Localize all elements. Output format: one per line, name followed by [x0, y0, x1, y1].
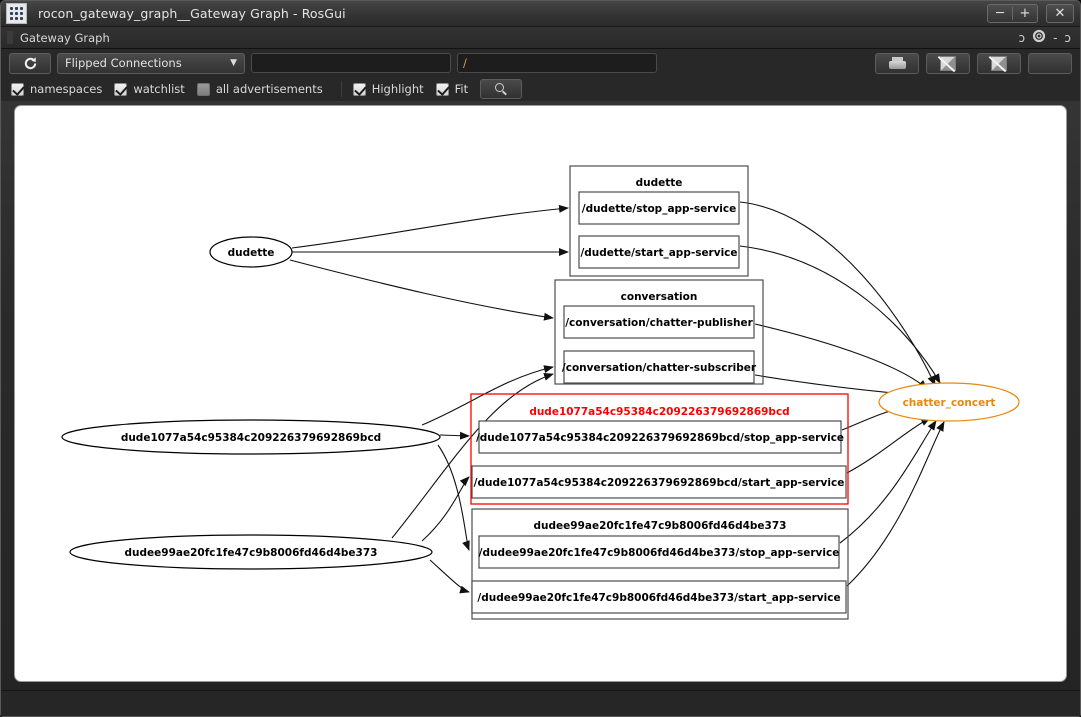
- graph-node[interactable]: /dude1077a54c95384c209226379692869bcd/st…: [472, 466, 846, 498]
- graph-gateway-node[interactable]: dudette: [210, 237, 292, 267]
- minimize-button[interactable]: ─: [988, 5, 1012, 22]
- dock-minimize-icon[interactable]: -: [1053, 31, 1057, 45]
- checkbox-watchlist-label: watchlist: [133, 82, 184, 96]
- graph-node-label: /dude1077a54c95384c209226379692869bcd/st…: [476, 432, 844, 444]
- print-button[interactable]: [875, 53, 919, 74]
- graph-node[interactable]: /dudette/start_app-service: [579, 236, 739, 268]
- graph-edge: [292, 208, 568, 248]
- gear-icon[interactable]: [1032, 29, 1046, 46]
- checkbox-namespaces-box[interactable]: [11, 83, 24, 96]
- main-window: rocon_gateway_graph__Gateway Graph - Ros…: [0, 0, 1081, 717]
- magnifier-icon: [495, 83, 507, 95]
- refresh-icon: [23, 56, 38, 71]
- checkbox-all-advertisements-box[interactable]: [197, 83, 210, 96]
- graph-edge: [440, 435, 469, 436]
- graph-node[interactable]: /conversation/chatter-subscriber: [562, 351, 757, 383]
- gateway-node-label: dudette: [228, 247, 275, 259]
- graph-edge: [438, 445, 469, 550]
- filter-input-1[interactable]: [251, 53, 451, 73]
- checkbox-namespaces[interactable]: namespaces: [11, 82, 102, 96]
- dock-accent: [7, 31, 13, 44]
- graph-node[interactable]: /dudee99ae20fc1fe47c9b8006fd46d4be373/st…: [472, 581, 846, 613]
- extra-button[interactable]: [1028, 53, 1072, 74]
- undock-icon[interactable]: ɔ: [1018, 31, 1025, 45]
- graph-clusters: dudette/dudette/stop_app-service/dudette…: [471, 166, 848, 619]
- graph-cluster[interactable]: dudee99ae20fc1fe47c9b8006fd46d4be373/dud…: [472, 509, 848, 619]
- refresh-button[interactable]: [9, 53, 51, 74]
- checkbox-highlight-label: Highlight: [372, 82, 424, 96]
- graph-cluster[interactable]: dudette/dudette/stop_app-service/dudette…: [570, 166, 748, 276]
- checkbox-all-advertisements-label: all advertisements: [216, 82, 323, 96]
- gateway-node-label: chatter_concert: [903, 397, 996, 409]
- checkbox-all-advertisements[interactable]: all advertisements: [197, 82, 323, 96]
- connection-type-select[interactable]: Flipped Connections ▼: [57, 53, 245, 74]
- gateway-node-label: dude1077a54c95384c209226379692869bcd: [121, 432, 381, 444]
- save-dot-icon: [991, 56, 1007, 71]
- filter-input-2[interactable]: /: [457, 53, 657, 73]
- graph-node[interactable]: /conversation/chatter-publisher: [564, 306, 754, 338]
- graph-edge: [840, 421, 936, 543]
- toolbar-right-group: [875, 53, 1072, 74]
- connection-type-value: Flipped Connections: [65, 56, 182, 70]
- graph-node[interactable]: /dudette/stop_app-service: [579, 192, 739, 224]
- graph-edge: [430, 560, 469, 592]
- checkbox-namespaces-label: namespaces: [30, 82, 102, 96]
- title-bar: rocon_gateway_graph__Gateway Graph - Ros…: [1, 1, 1080, 27]
- graph-node-label: /dudee99ae20fc1fe47c9b8006fd46d4be373/st…: [479, 547, 840, 559]
- dock-title: Gateway Graph: [20, 31, 110, 45]
- graph-cluster[interactable]: conversation/conversation/chatter-publis…: [555, 280, 763, 384]
- graph-edge: [755, 375, 904, 394]
- checkbox-fit-label: Fit: [455, 82, 468, 96]
- checkbox-fit-box[interactable]: [436, 83, 449, 96]
- dock-header: Gateway Graph ɔ - ɔ: [1, 27, 1080, 49]
- graph-gateway-node[interactable]: chatter_concert: [879, 383, 1019, 421]
- checkbox-fit[interactable]: Fit: [436, 82, 468, 96]
- graph-node-label: /dudette/stop_app-service: [582, 203, 737, 215]
- canvas-area: dudette/dudette/stop_app-service/dudette…: [1, 101, 1080, 690]
- graph-gateway-node[interactable]: dude1077a54c95384c209226379692869bcd: [62, 420, 440, 454]
- save-image-button[interactable]: [926, 53, 970, 74]
- graph-edge: [847, 422, 944, 586]
- gateway-graph[interactable]: dudette/dudette/stop_app-service/dudette…: [15, 106, 1067, 676]
- graph-node-label: /dudette/start_app-service: [580, 247, 737, 259]
- window-controls: ─ + ✕: [987, 4, 1074, 23]
- graph-cluster[interactable]: dude1077a54c95384c209226379692869bcd/dud…: [471, 394, 848, 504]
- dock-controls: ɔ - ɔ: [1018, 29, 1071, 46]
- maximize-button[interactable]: +: [1013, 5, 1037, 22]
- cluster-label: dudee99ae20fc1fe47c9b8006fd46d4be373: [534, 520, 787, 532]
- checkbox-watchlist-box[interactable]: [114, 83, 127, 96]
- cluster-label: conversation: [621, 291, 698, 303]
- checkbox-highlight[interactable]: Highlight: [353, 82, 424, 96]
- graph-canvas[interactable]: dudette/dudette/stop_app-service/dudette…: [14, 105, 1067, 682]
- graph-node[interactable]: /dudee99ae20fc1fe47c9b8006fd46d4be373/st…: [479, 536, 840, 568]
- checkbox-watchlist[interactable]: watchlist: [114, 82, 184, 96]
- toolbar: Flipped Connections ▼ /: [1, 49, 1080, 77]
- chevron-down-icon: ▼: [230, 58, 237, 68]
- app-icon: [6, 3, 27, 24]
- graph-edge: [847, 418, 930, 473]
- graph-edge: [290, 260, 553, 318]
- printer-icon: [889, 57, 906, 69]
- graph-node[interactable]: /dude1077a54c95384c209226379692869bcd/st…: [476, 421, 844, 453]
- graph-node-label: /dudee99ae20fc1fe47c9b8006fd46d4be373/st…: [477, 592, 840, 604]
- gateway-node-label: dudee99ae20fc1fe47c9b8006fd46d4be373: [125, 547, 378, 559]
- graph-edge: [740, 246, 940, 383]
- status-bar: [1, 690, 1080, 716]
- dock-float-icon[interactable]: ɔ: [1064, 31, 1071, 45]
- graph-gateway-node[interactable]: dudee99ae20fc1fe47c9b8006fd46d4be373: [70, 535, 432, 569]
- options-divider: [341, 81, 342, 97]
- checkbox-highlight-box[interactable]: [353, 83, 366, 96]
- graph-node-label: /conversation/chatter-publisher: [565, 317, 753, 329]
- save-dot-button[interactable]: [977, 53, 1021, 74]
- options-bar: namespaces watchlist all advertisements …: [1, 77, 1080, 101]
- window-title: rocon_gateway_graph__Gateway Graph - Ros…: [38, 6, 346, 21]
- graph-node-label: /dude1077a54c95384c209226379692869bcd/st…: [474, 477, 845, 489]
- save-image-icon: [940, 56, 956, 71]
- zoom-button[interactable]: [480, 79, 522, 99]
- cluster-label: dude1077a54c95384c209226379692869bcd: [529, 406, 789, 418]
- close-button[interactable]: ✕: [1048, 5, 1072, 22]
- cluster-label: dudette: [636, 177, 683, 189]
- graph-node-label: /conversation/chatter-subscriber: [562, 362, 757, 374]
- graph-edge: [740, 202, 935, 385]
